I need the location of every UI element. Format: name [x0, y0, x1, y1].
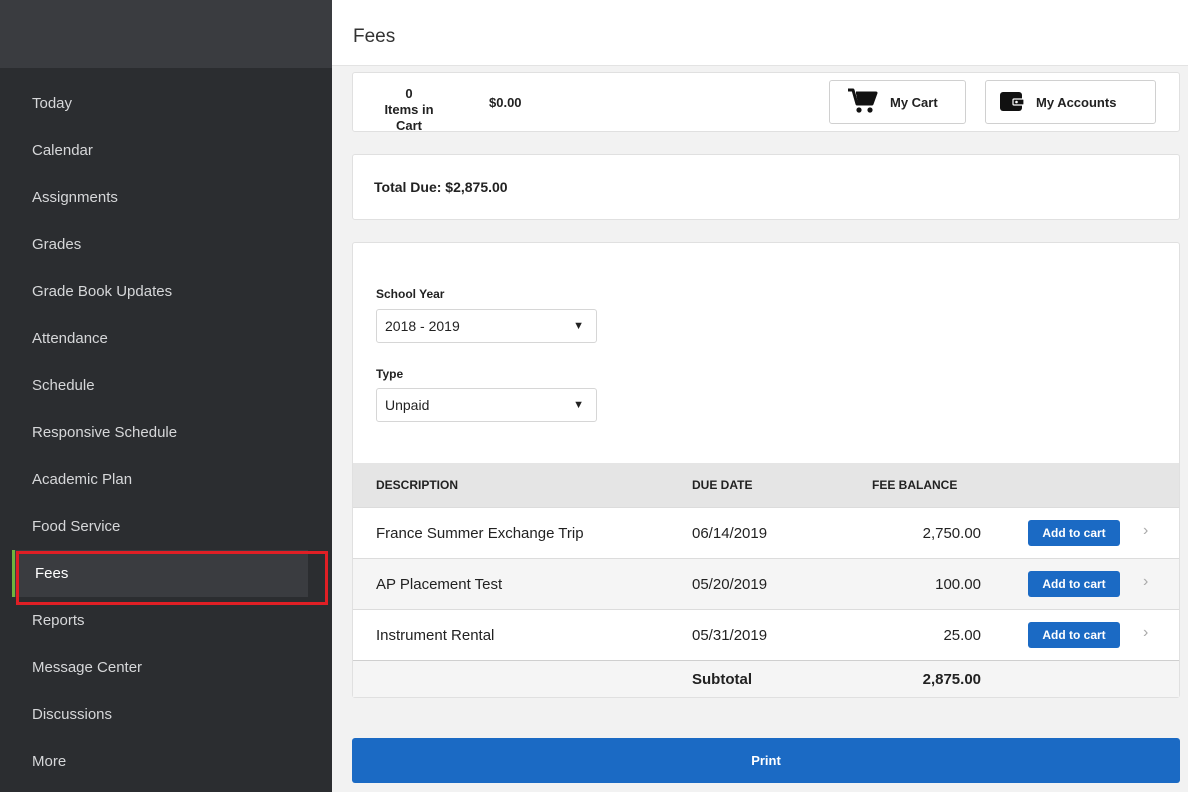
row-description: Instrument Rental [376, 627, 495, 644]
chevron-right-icon[interactable]: › [1143, 522, 1148, 540]
sidebar-item-attendance[interactable]: Attendance [0, 315, 332, 362]
row-due-date: 05/20/2019 [692, 576, 768, 593]
type-value: Unpaid [385, 397, 430, 413]
row-balance: 25.00 [943, 627, 981, 644]
sidebar-item-more[interactable]: More [0, 738, 332, 785]
school-year-select[interactable]: 2018 - 2019 ▼ [376, 309, 597, 343]
sidebar-item-schedule[interactable]: Schedule [0, 362, 332, 409]
sidebar-item-message-center[interactable]: Message Center [0, 644, 332, 691]
main-content: Fees 0 Items in Cart $0.00 My Cart My Ac… [332, 0, 1188, 792]
sidebar-item-responsive-schedule[interactable]: Responsive Schedule [0, 409, 332, 456]
type-select[interactable]: Unpaid ▼ [376, 388, 597, 422]
header-fee-balance: FEE BALANCE [872, 478, 958, 492]
total-due: Total Due: $2,875.00 [374, 179, 508, 195]
total-due-card: Total Due: $2,875.00 [352, 154, 1180, 220]
my-cart-label: My Cart [890, 94, 938, 110]
school-year-label: School Year [376, 287, 445, 301]
fees-table: DESCRIPTION DUE DATE FEE BALANCE France … [353, 463, 1179, 697]
sidebar-item-reports[interactable]: Reports [0, 597, 332, 644]
table-row: Instrument Rental 05/31/2019 25.00 Add t… [353, 609, 1179, 660]
subtotal-value: 2,875.00 [922, 671, 981, 688]
sidebar-item-fees[interactable]: Fees [12, 550, 308, 597]
chevron-right-icon[interactable]: › [1143, 624, 1148, 642]
sidebar-item-food-service[interactable]: Food Service [0, 503, 332, 550]
dropdown-arrow-icon: ▼ [573, 320, 584, 332]
my-accounts-button[interactable]: My Accounts [985, 80, 1156, 124]
cart-count-value: 0 [405, 86, 413, 101]
table-header: DESCRIPTION DUE DATE FEE BALANCE [353, 463, 1179, 507]
sidebar: Today Calendar Assignments Grades Grade … [0, 0, 332, 792]
sidebar-item-grades[interactable]: Grades [0, 221, 332, 268]
table-row: AP Placement Test 05/20/2019 100.00 Add … [353, 558, 1179, 609]
wallet-icon [1000, 90, 1025, 115]
shopping-cart-icon [848, 88, 878, 117]
header-description: DESCRIPTION [376, 478, 459, 492]
subtotal-label: Subtotal [692, 671, 752, 688]
page-title: Fees [353, 26, 396, 47]
type-label: Type [376, 367, 404, 381]
add-to-cart-button[interactable]: Add to cart [1028, 520, 1120, 546]
sidebar-header [0, 0, 332, 68]
header-due-date: DUE DATE [692, 478, 753, 492]
sidebar-item-assignments[interactable]: Assignments [0, 174, 332, 221]
table-row: France Summer Exchange Trip 06/14/2019 2… [353, 507, 1179, 558]
print-button[interactable]: Print [352, 738, 1180, 783]
add-to-cart-button[interactable]: Add to cart [1028, 622, 1120, 648]
add-to-cart-button[interactable]: Add to cart [1028, 571, 1120, 597]
sidebar-item-discussions[interactable]: Discussions [0, 691, 332, 738]
page-header: Fees [332, 0, 1188, 66]
row-due-date: 05/31/2019 [692, 627, 768, 644]
cart-item-count: 0 Items in Cart [374, 86, 444, 134]
sidebar-item-academic-plan[interactable]: Academic Plan [0, 456, 332, 503]
sidebar-item-grade-book-updates[interactable]: Grade Book Updates [0, 268, 332, 315]
sidebar-item-today[interactable]: Today [0, 80, 332, 127]
row-balance: 100.00 [935, 576, 981, 593]
row-balance: 2,750.00 [922, 525, 981, 542]
dropdown-arrow-icon: ▼ [573, 399, 584, 411]
my-cart-button[interactable]: My Cart [829, 80, 966, 124]
row-due-date: 06/14/2019 [692, 525, 768, 542]
table-subtotal-row: Subtotal 2,875.00 [353, 660, 1179, 697]
cart-count-label: Items in Cart [384, 102, 434, 133]
cart-total: $0.00 [489, 95, 522, 110]
cart-summary-card: 0 Items in Cart $0.00 My Cart My Account… [352, 72, 1180, 134]
sidebar-nav: Today Calendar Assignments Grades Grade … [0, 80, 332, 785]
row-description: France Summer Exchange Trip [376, 525, 584, 542]
chevron-right-icon[interactable]: › [1143, 573, 1148, 591]
school-year-value: 2018 - 2019 [385, 318, 460, 334]
fees-card: School Year 2018 - 2019 ▼ Type Unpaid ▼ … [352, 242, 1180, 698]
row-description: AP Placement Test [376, 576, 503, 593]
sidebar-item-calendar[interactable]: Calendar [0, 127, 332, 174]
my-accounts-label: My Accounts [1036, 94, 1117, 110]
